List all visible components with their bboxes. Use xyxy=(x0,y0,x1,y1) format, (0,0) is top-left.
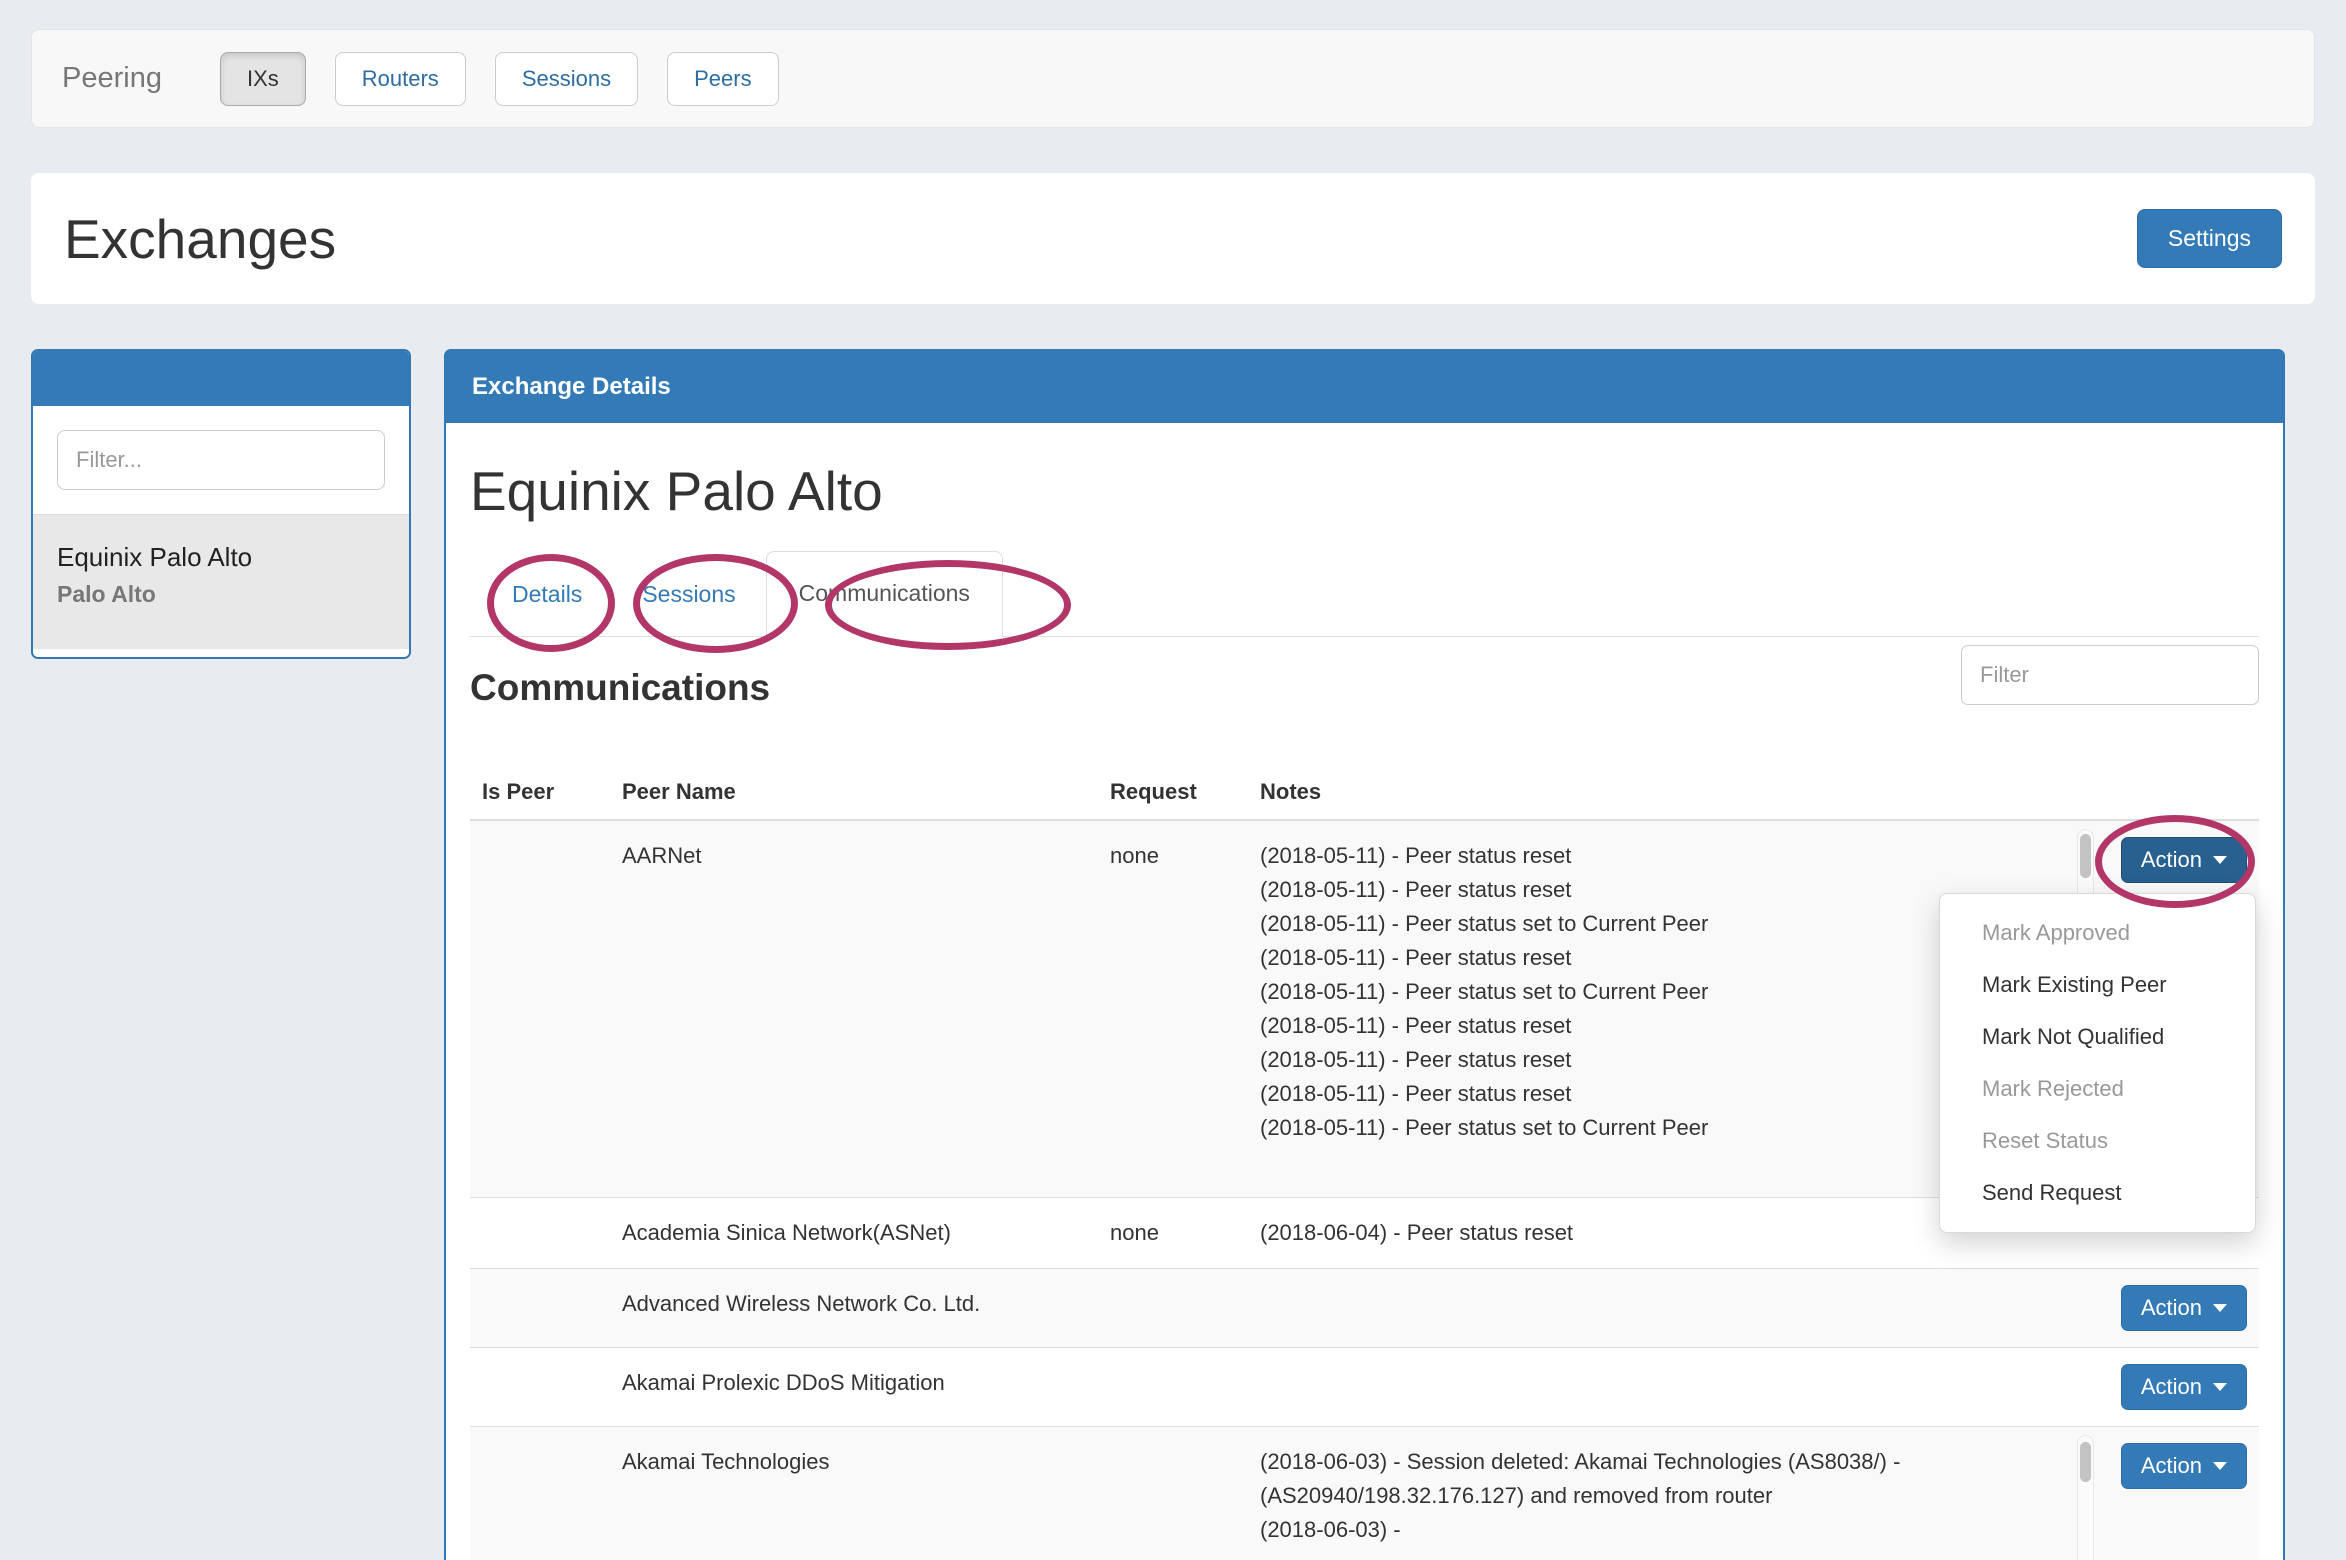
is-peer-cell xyxy=(470,1198,610,1269)
action-cell: Action xyxy=(2108,1427,2259,1560)
exchange-list-item-title: Equinix Palo Alto xyxy=(57,537,385,577)
table-row: Akamai Prolexic DDoS Mitigation Action xyxy=(470,1348,2259,1427)
menu-item-mark-rejected[interactable]: Mark Rejected xyxy=(1940,1063,2255,1115)
action-cell: Action xyxy=(2108,1269,2259,1348)
action-dropdown-menu: Mark Approved Mark Existing Peer Mark No… xyxy=(1939,893,2256,1233)
request-cell: none xyxy=(1098,1198,1248,1269)
settings-button[interactable]: Settings xyxy=(2137,209,2282,268)
peer-name-cell: Akamai Technologies xyxy=(610,1427,1098,1560)
column-header-is-peer: Is Peer xyxy=(470,765,610,820)
peer-name-cell: Advanced Wireless Network Co. Ltd. xyxy=(610,1269,1098,1348)
is-peer-cell xyxy=(470,1269,610,1348)
exchange-list-filter-input[interactable] xyxy=(57,430,385,490)
request-cell: none xyxy=(1098,820,1248,1198)
navbar-brand: Peering xyxy=(62,62,162,95)
exchange-details-body: Equinix Palo Alto Details Sessions Commu… xyxy=(446,459,2283,1560)
exchange-list-item-subtitle: Palo Alto xyxy=(57,577,385,611)
peer-name-cell: Akamai Prolexic DDoS Mitigation xyxy=(610,1348,1098,1427)
is-peer-cell xyxy=(470,1348,610,1427)
top-navbar: Peering IXs Routers Sessions Peers xyxy=(31,29,2315,128)
caret-down-icon xyxy=(2213,1383,2227,1391)
exchange-tabs: Details Sessions Communications xyxy=(470,551,2259,637)
notes-scrollbar-thumb[interactable] xyxy=(2080,834,2091,878)
communications-section-header: Communications xyxy=(470,645,2259,709)
action-cell: Action xyxy=(2108,1348,2259,1427)
page-header-card: Exchanges Settings xyxy=(31,173,2315,304)
nav-button-routers[interactable]: Routers xyxy=(335,52,466,106)
peer-name-cell: AARNet xyxy=(610,820,1098,1198)
table-row: Akamai Technologies (2018-06-03) - Sessi… xyxy=(470,1427,2259,1560)
exchange-details-panel-title: Exchange Details xyxy=(472,373,671,401)
nav-button-ixs[interactable]: IXs xyxy=(220,52,306,106)
notes-scrollbar[interactable] xyxy=(2077,1435,2094,1560)
tab-communications[interactable]: Communications xyxy=(766,551,1003,637)
exchange-list-filter-wrap xyxy=(33,406,409,514)
tab-sessions[interactable]: Sessions xyxy=(612,553,765,636)
peer-name-cell: Academia Sinica Network(ASNet) xyxy=(610,1198,1098,1269)
column-header-request: Request xyxy=(1098,765,1248,820)
page-title: Exchanges xyxy=(64,207,336,271)
communications-table: Is Peer Peer Name Request Notes AARNet n… xyxy=(470,765,2259,1560)
action-button[interactable]: Action xyxy=(2121,1443,2247,1489)
notes-scrollbar-thumb[interactable] xyxy=(2080,1442,2091,1482)
communications-heading: Communications xyxy=(470,667,770,709)
action-cell: Action Mark Approved Mark Existing Peer … xyxy=(2108,820,2259,1198)
request-cell xyxy=(1098,1427,1248,1560)
column-header-action xyxy=(2108,765,2259,820)
caret-down-icon xyxy=(2213,856,2227,864)
menu-item-mark-approved[interactable]: Mark Approved xyxy=(1940,907,2255,959)
caret-down-icon xyxy=(2213,1462,2227,1470)
notes-cell xyxy=(1248,1269,2108,1348)
notes-cell: (2018-06-03) - Session deleted: Akamai T… xyxy=(1248,1427,2108,1560)
exchange-list-panel: Equinix Palo Alto Palo Alto xyxy=(31,349,411,659)
exchange-list-item[interactable]: Equinix Palo Alto Palo Alto xyxy=(33,514,409,649)
is-peer-cell xyxy=(470,820,610,1198)
action-button[interactable]: Action xyxy=(2121,1364,2247,1410)
action-button[interactable]: Action xyxy=(2121,1285,2247,1331)
menu-item-mark-existing-peer[interactable]: Mark Existing Peer xyxy=(1940,959,2255,1011)
menu-item-mark-not-qualified[interactable]: Mark Not Qualified xyxy=(1940,1011,2255,1063)
table-row: Advanced Wireless Network Co. Ltd. Actio… xyxy=(470,1269,2259,1348)
tab-details[interactable]: Details xyxy=(482,553,612,636)
exchange-list-panel-header xyxy=(33,351,409,406)
exchange-list-panel-footer xyxy=(33,649,409,657)
menu-item-send-request[interactable]: Send Request xyxy=(1940,1167,2255,1219)
table-row: AARNet none (2018-05-11) - Peer status r… xyxy=(470,820,2259,1198)
caret-down-icon xyxy=(2213,1304,2227,1312)
communications-filter-input[interactable] xyxy=(1961,645,2259,705)
table-header-row: Is Peer Peer Name Request Notes xyxy=(470,765,2259,820)
menu-item-reset-status[interactable]: Reset Status xyxy=(1940,1115,2255,1167)
notes-cell xyxy=(1248,1348,2108,1427)
is-peer-cell xyxy=(470,1427,610,1560)
exchange-details-panel: Exchange Details Equinix Palo Alto Detai… xyxy=(444,349,2285,1560)
nav-button-sessions[interactable]: Sessions xyxy=(495,52,638,106)
column-header-notes: Notes xyxy=(1248,765,2108,820)
nav-button-peers[interactable]: Peers xyxy=(667,52,778,106)
exchange-details-panel-header: Exchange Details xyxy=(446,351,2283,423)
column-header-peer-name: Peer Name xyxy=(610,765,1098,820)
content-area: Equinix Palo Alto Palo Alto Exchange Det… xyxy=(31,349,2285,1560)
action-button[interactable]: Action xyxy=(2121,837,2247,883)
request-cell xyxy=(1098,1269,1248,1348)
request-cell xyxy=(1098,1348,1248,1427)
exchange-title: Equinix Palo Alto xyxy=(470,459,2259,523)
